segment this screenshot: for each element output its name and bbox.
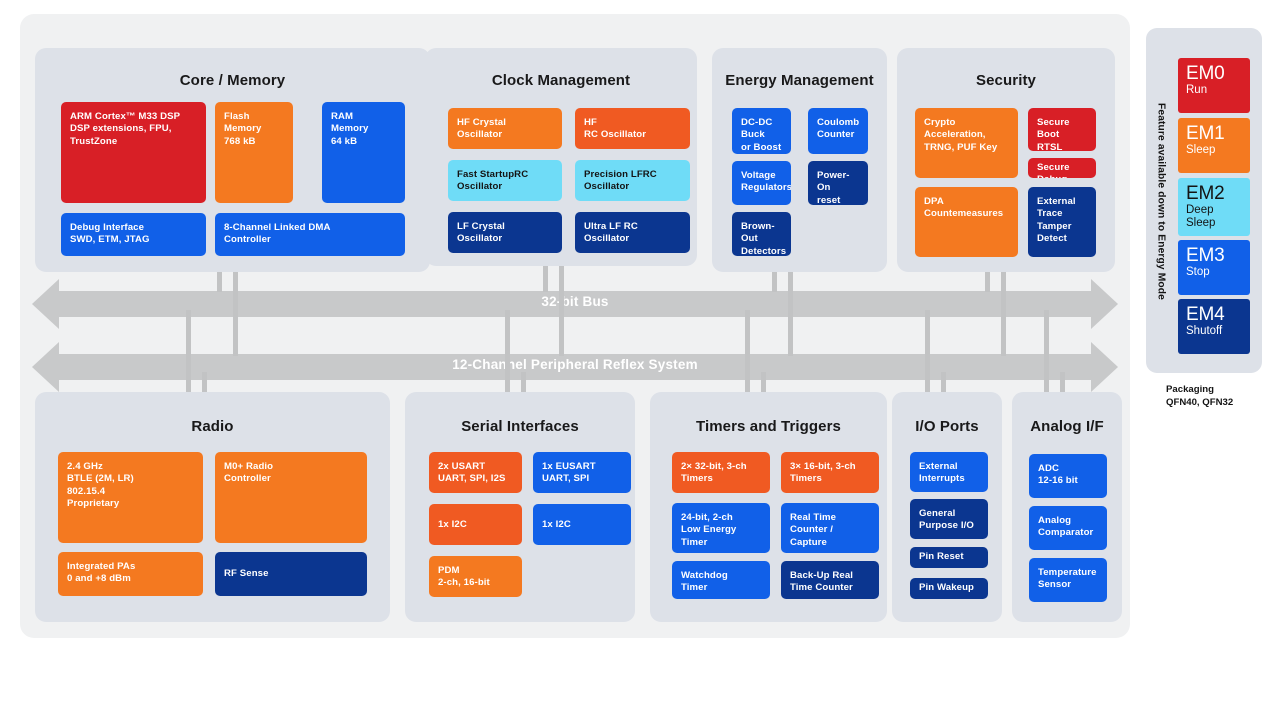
block-external-trace-tamper-detect[interactable]: External Trace Tamper Detect xyxy=(1028,187,1096,257)
section-title: Timers and Triggers xyxy=(695,418,841,435)
block-pin-wakeup[interactable]: Pin Wakeup xyxy=(910,578,988,599)
energy-mode-em1[interactable]: EM1 Sleep xyxy=(1178,118,1250,173)
block-rf-sense[interactable]: RF Sense xyxy=(215,552,367,596)
block-dpa-countermeasures[interactable]: DPA Countemeasures xyxy=(915,187,1018,257)
section-title: Energy Management xyxy=(725,72,874,89)
connector-stem xyxy=(1001,258,1006,356)
chip-diagram-frame: 32-bit Bus 12-Channel Peripheral Reflex … xyxy=(20,14,1130,638)
block-lf-crystal-oscillator[interactable]: LF Crystal Oscillator xyxy=(448,212,562,253)
bus-prs: 12-Channel Peripheral Reflex System xyxy=(32,342,1118,392)
block-backup-real-time-counter[interactable]: Back-Up Real Time Counter xyxy=(781,561,879,599)
block-2x-32bit-timers[interactable]: 2× 32-bit, 3-ch Timers xyxy=(672,452,770,493)
section-title: Security xyxy=(976,72,1036,89)
block-dcdc-buck-boost[interactable]: DC-DC Buck or Boost xyxy=(732,108,791,154)
energy-mode-sub: Run xyxy=(1186,84,1208,96)
block-brown-out-detectors[interactable]: Brown-Out Detectors xyxy=(732,212,791,256)
bus-label-32bit: 32-bit Bus xyxy=(541,294,609,309)
energy-mode-em3[interactable]: EM3 Stop xyxy=(1178,240,1250,295)
block-crypto-acceleration[interactable]: Crypto Acceleration, TRNG, PUF Key xyxy=(915,108,1018,178)
energy-mode-axis-label: Feature available down to Energy Mode xyxy=(1150,40,1172,362)
block-voltage-regulators[interactable]: Voltage Regulators xyxy=(732,161,791,205)
block-general-purpose-io[interactable]: General Purpose I/O xyxy=(910,499,988,539)
block-temperature-sensor[interactable]: Temperature Sensor xyxy=(1029,558,1107,602)
block-m0plus-radio-controller[interactable]: M0+ Radio Controller xyxy=(215,452,367,543)
block-hf-rc-oscillator[interactable]: HF RC Oscillator xyxy=(575,108,690,149)
bus-label-prs: 12-Channel Peripheral Reflex System xyxy=(452,357,698,372)
block-2x-usart[interactable]: 2x USART UART, SPI, I2S xyxy=(429,452,522,493)
block-power-on-reset[interactable]: Power-On reset xyxy=(808,161,868,205)
energy-mode-axis-text: Feature available down to Energy Mode xyxy=(1155,102,1167,300)
block-pdm[interactable]: PDM 2-ch, 16-bit xyxy=(429,556,522,597)
section-serial-interfaces: Serial Interfaces 2x USART UART, SPI, I2… xyxy=(405,392,635,622)
block-coulomb-counter[interactable]: Coulomb Counter xyxy=(808,108,868,154)
section-analog-if: Analog I/F ADC 12-16 bit Analog Comparat… xyxy=(1012,392,1122,622)
energy-mode-name: EM3 xyxy=(1186,245,1225,266)
block-pin-reset[interactable]: Pin Reset xyxy=(910,547,988,568)
block-analog-comparator[interactable]: Analog Comparator xyxy=(1029,506,1107,550)
section-title: Radio xyxy=(191,418,234,435)
section-io-ports: I/O Ports External Interrupts General Pu… xyxy=(892,392,1002,622)
section-title: I/O Ports xyxy=(915,418,979,435)
section-radio: Radio 2.4 GHz BTLE (2M, LR) 802.15.4 Pro… xyxy=(35,392,390,622)
energy-mode-name: EM1 xyxy=(1186,123,1225,144)
block-fast-startup-rc-oscillator[interactable]: Fast StartupRC Oscillator xyxy=(448,160,562,201)
energy-mode-sub: Deep Sleep xyxy=(1186,204,1216,229)
block-3x-16bit-timers[interactable]: 3× 16-bit, 3-ch Timers xyxy=(781,452,879,493)
block-integrated-pas[interactable]: Integrated PAs 0 and +8 dBm xyxy=(58,552,203,596)
section-core-memory: Core / Memory ARM Cortex™ M33 DSP DSP ex… xyxy=(35,48,430,272)
block-hf-crystal-oscillator[interactable]: HF Crystal Oscillator xyxy=(448,108,562,149)
energy-mode-sub: Stop xyxy=(1186,266,1210,278)
block-secure-debug[interactable]: Secure Debug xyxy=(1028,158,1096,178)
energy-mode-name: EM4 xyxy=(1186,304,1225,325)
packaging-label: Packaging QFN40, QFN32 xyxy=(1166,384,1234,408)
block-external-interrupts[interactable]: External Interrupts xyxy=(910,452,988,492)
section-title: Serial Interfaces xyxy=(461,418,579,435)
section-timers-triggers: Timers and Triggers 2× 32-bit, 3-ch Time… xyxy=(650,392,887,622)
block-1x-i2c-blue[interactable]: 1x I2C xyxy=(533,504,631,545)
energy-mode-em2[interactable]: EM2 Deep Sleep xyxy=(1178,178,1250,236)
energy-mode-sub: Sleep xyxy=(1186,144,1216,156)
block-24ghz-radio[interactable]: 2.4 GHz BTLE (2M, LR) 802.15.4 Proprieta… xyxy=(58,452,203,543)
block-real-time-counter-capture[interactable]: Real Time Counter / Capture xyxy=(781,503,879,553)
block-ultra-lf-rc-oscillator[interactable]: Ultra LF RC Oscillator xyxy=(575,212,690,253)
block-secure-boot-rtsl[interactable]: Secure Boot RTSL xyxy=(1028,108,1096,151)
bus-32bit: 32-bit Bus xyxy=(32,279,1118,329)
block-low-energy-timer[interactable]: 24-bit, 2-ch Low Energy Timer xyxy=(672,503,770,553)
energy-mode-name: EM2 xyxy=(1186,183,1225,204)
block-flash-memory[interactable]: Flash Memory 768 kB xyxy=(215,102,293,203)
block-arm-cortex-m33[interactable]: ARM Cortex™ M33 DSP DSP extensions, FPU,… xyxy=(61,102,206,203)
block-precision-lfrc-oscillator[interactable]: Precision LFRC Oscillator xyxy=(575,160,690,201)
section-security: Security Crypto Acceleration, TRNG, PUF … xyxy=(897,48,1115,272)
block-watchdog-timer[interactable]: Watchdog Timer xyxy=(672,561,770,599)
section-energy-management: Energy Management DC-DC Buck or Boost Co… xyxy=(712,48,887,272)
block-adc[interactable]: ADC 12-16 bit xyxy=(1029,454,1107,498)
section-title: Core / Memory xyxy=(179,72,286,89)
block-ram-memory[interactable]: RAM Memory 64 kB xyxy=(322,102,405,203)
section-title: Analog I/F xyxy=(1030,418,1104,435)
energy-mode-sub: Shutoff xyxy=(1186,325,1223,337)
block-1x-eusart[interactable]: 1x EUSART UART, SPI xyxy=(533,452,631,493)
section-clock-management: Clock Management HF Crystal Oscillator H… xyxy=(425,48,697,266)
section-title: Clock Management xyxy=(491,72,631,89)
block-1x-i2c-orange[interactable]: 1x I2C xyxy=(429,504,522,545)
energy-mode-em0[interactable]: EM0 Run xyxy=(1178,58,1250,113)
block-debug-interface[interactable]: Debug Interface SWD, ETM, JTAG xyxy=(61,213,206,256)
energy-mode-name: EM0 xyxy=(1186,63,1225,84)
energy-mode-em4[interactable]: EM4 Shutoff xyxy=(1178,299,1250,354)
block-dma-controller[interactable]: 8-Channel Linked DMA Controller xyxy=(215,213,405,256)
